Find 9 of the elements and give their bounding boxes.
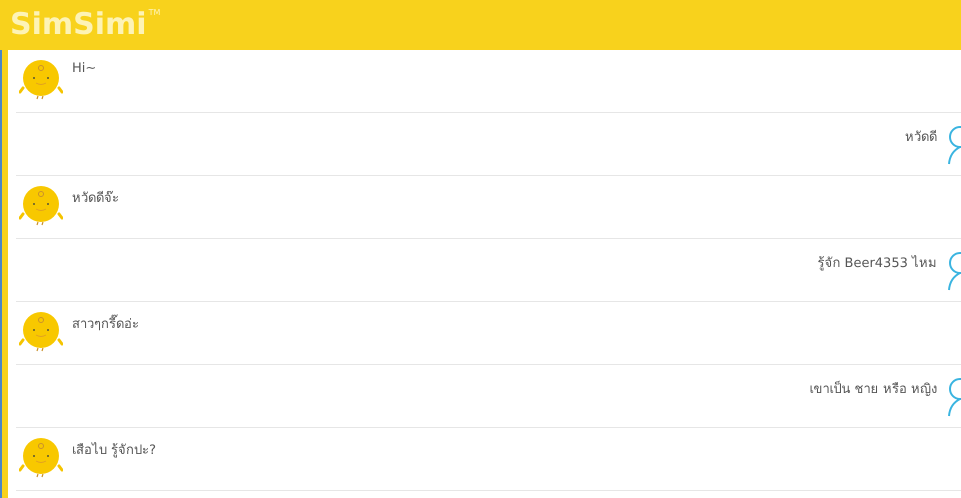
bot-message: Hi~ xyxy=(72,60,96,76)
bot-message: หวัดดีจ๊ะ xyxy=(72,190,119,208)
user-message: เขาเป็น ชาย หรือ หญิง xyxy=(810,380,937,399)
user-message: หวัดดี xyxy=(905,128,937,147)
logo: SimSimi xyxy=(10,6,147,44)
trademark: TM xyxy=(148,8,160,17)
bot-message: สาวๆกรี๊ดอ่ะ xyxy=(72,308,139,334)
bot-message: เสือไบ รู้จักปะ? xyxy=(72,441,156,460)
user-message: รู้จัก Beer4353 ไหม xyxy=(817,254,937,273)
